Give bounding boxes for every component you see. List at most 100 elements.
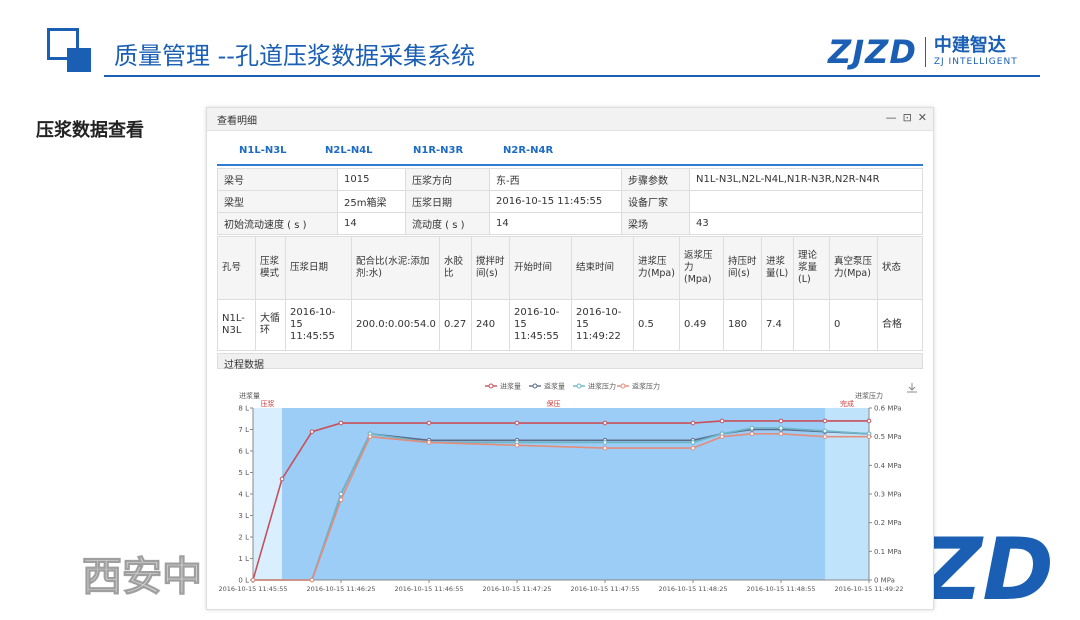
table-cell: 2016-10-15 11:45:55 bbox=[509, 299, 572, 351]
legend-marker bbox=[532, 383, 538, 389]
table-cell: 0.27 bbox=[439, 299, 472, 351]
step-tabs: N1L-N3L N2L-N4L N1R-N3R N2R-N4R bbox=[217, 142, 923, 166]
right-tick-label: 0.4 MPa bbox=[874, 462, 902, 470]
table-row: N1L-N3L 大循环 2016-10-15 11:45:55 200.0:0.… bbox=[217, 299, 923, 351]
table-cell bbox=[793, 299, 830, 351]
left-tick-label: 3 L bbox=[238, 512, 249, 520]
table-cell: 180 bbox=[723, 299, 762, 351]
data-point bbox=[690, 440, 696, 445]
duct-detail-table: 孔号 压浆模式 压浆日期 配合比(水泥:添加剂:水) 水胶比 搅拌时间(s) 开… bbox=[217, 236, 923, 351]
data-point bbox=[822, 434, 828, 439]
data-point bbox=[309, 577, 315, 583]
column-header: 压浆日期 bbox=[285, 236, 352, 300]
phase-band-label: 保压 bbox=[547, 399, 561, 408]
column-header: 孔号 bbox=[217, 236, 256, 300]
right-tick-label: 0 MPa bbox=[874, 577, 895, 585]
column-header: 开始时间 bbox=[509, 236, 572, 300]
legend-marker bbox=[488, 383, 494, 389]
tab-n1l-n3l[interactable]: N1L-N3L bbox=[239, 145, 287, 156]
brand-separator bbox=[924, 37, 926, 67]
phase-band bbox=[282, 408, 825, 580]
beam-no-label: 梁号 bbox=[217, 168, 338, 191]
left-tick-label: 1 L bbox=[238, 555, 249, 563]
tab-n1r-n3r[interactable]: N1R-N3R bbox=[413, 145, 463, 156]
data-point bbox=[514, 442, 520, 448]
brand-name-en: ZJ INTELLIGENT bbox=[933, 57, 1018, 67]
right-tick-label: 0.1 MPa bbox=[874, 548, 902, 556]
column-header: 配合比(水泥:添加剂:水) bbox=[351, 236, 440, 300]
data-point bbox=[719, 434, 725, 439]
data-point bbox=[250, 577, 256, 583]
data-point bbox=[514, 420, 520, 426]
fluidity-value: 14 bbox=[489, 212, 622, 235]
x-tick-label: 2016-10-15 11:45:55 bbox=[218, 585, 287, 593]
data-point bbox=[822, 428, 828, 434]
watermark-left: 西安中 bbox=[82, 554, 203, 601]
x-tick-label: 2016-10-15 11:48:55 bbox=[746, 585, 815, 593]
legend-label: 返浆压力 bbox=[632, 382, 660, 391]
phase-band-label: 完成 bbox=[840, 399, 854, 408]
tab-n2r-n4r[interactable]: N2R-N4R bbox=[503, 145, 553, 156]
x-tick-label: 2016-10-15 11:48:25 bbox=[658, 585, 727, 593]
right-axis-title: 进浆压力 bbox=[855, 391, 883, 400]
legend-marker bbox=[620, 383, 626, 389]
panel-title: 查看明细 bbox=[217, 116, 257, 127]
initial-flow-label: 初始流动速度 ( s ) bbox=[217, 212, 338, 235]
data-point bbox=[602, 420, 608, 426]
initial-flow-value: 14 bbox=[337, 212, 406, 235]
minimize-icon[interactable]: — bbox=[886, 111, 897, 124]
beam-type-label: 梁型 bbox=[217, 190, 338, 213]
right-tick-label: 0.6 MPa bbox=[874, 405, 902, 413]
column-header: 理论浆量(L) bbox=[793, 236, 830, 300]
process-chart-svg: 压浆 保压 完成 0 L 1 L 2 L 3 L 4 L 5 L 6 L 7 L 8 L 0 MPa 0.… bbox=[218, 382, 917, 593]
data-point bbox=[778, 431, 784, 437]
data-point bbox=[778, 418, 784, 424]
data-point bbox=[602, 440, 608, 445]
data-point bbox=[690, 420, 696, 426]
grout-direction-label: 压浆方向 bbox=[405, 168, 490, 191]
data-point bbox=[338, 497, 344, 503]
column-header: 返浆压力(Mpa) bbox=[679, 236, 724, 300]
left-tick-label: 8 L bbox=[238, 405, 249, 413]
beam-no-value: 1015 bbox=[337, 168, 406, 191]
table-cell: 2016-10-15 11:45:55 bbox=[285, 299, 352, 351]
step-params-value: N1L-N3L,N2L-N4L,N1R-N3R,N2R-N4R bbox=[689, 168, 923, 191]
column-header: 状态 bbox=[877, 236, 923, 300]
process-chart: 压浆 保压 完成 0 L 1 L 2 L 3 L 4 L 5 L 6 L 7 L 8 L 0 MPa 0.… bbox=[207, 370, 933, 609]
column-header: 结束时间 bbox=[571, 236, 634, 300]
left-tick-label: 5 L bbox=[238, 469, 249, 477]
table-cell: 0.49 bbox=[679, 299, 724, 351]
restore-icon[interactable]: ⊡ bbox=[903, 111, 912, 124]
header-divider bbox=[104, 75, 1040, 77]
x-tick-label: 2016-10-15 11:47:25 bbox=[482, 585, 551, 593]
brand-name-cn: 中建智达 bbox=[933, 35, 1006, 56]
table-cell: 0.5 bbox=[633, 299, 680, 351]
brand-logo: ZJZD 中建智达 ZJ INTELLIGENT bbox=[828, 33, 1018, 71]
panel-titlebar: 查看明细 — ⊡ ✕ bbox=[207, 108, 933, 131]
data-point bbox=[866, 418, 872, 424]
beam-yard-label: 梁场 bbox=[621, 212, 690, 235]
close-icon[interactable]: ✕ bbox=[918, 111, 927, 124]
download-icon[interactable] bbox=[907, 383, 917, 393]
column-header: 搅拌时间(s) bbox=[471, 236, 510, 300]
data-point bbox=[279, 476, 285, 482]
process-data-header: 过程数据 bbox=[217, 353, 923, 371]
data-point bbox=[822, 418, 828, 424]
status-cell: 合格 bbox=[877, 299, 923, 351]
data-point bbox=[426, 420, 432, 426]
table-row: 梁号 1015 压浆方向 东-西 步骤参数 N1L-N3L,N2L-N4L,N1… bbox=[217, 168, 923, 191]
column-header: 进浆压力(Mpa) bbox=[633, 236, 680, 300]
table-cell: 200.0:0.00:54.0 bbox=[351, 299, 440, 351]
tab-n2l-n4l[interactable]: N2L-N4L bbox=[325, 145, 373, 156]
grout-date-label: 压浆日期 bbox=[405, 190, 490, 213]
table-cell: N1L-N3L bbox=[217, 299, 256, 351]
column-header: 真空泵压力(Mpa) bbox=[829, 236, 878, 300]
data-point bbox=[749, 431, 755, 437]
data-point bbox=[338, 420, 344, 426]
watermark-right: ZD bbox=[920, 520, 1054, 620]
data-point bbox=[367, 434, 373, 439]
process-data-label: 过程数据 bbox=[224, 360, 264, 371]
grout-date-value: 2016-10-15 11:45:55 bbox=[489, 190, 622, 213]
left-axis-title: 进浆量 bbox=[239, 391, 260, 400]
data-point bbox=[690, 445, 696, 451]
